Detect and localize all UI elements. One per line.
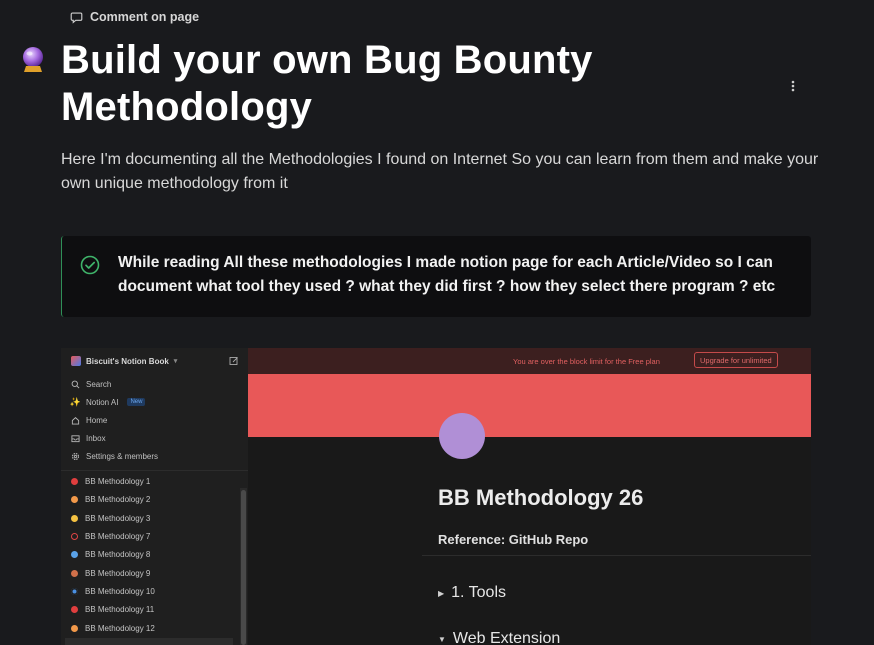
page-title: Build your own Bug Bounty Methodology (61, 38, 593, 129)
page-description: Here I'm documenting all the Methodologi… (61, 151, 819, 192)
page-dot-icon (71, 624, 78, 632)
sidebar-page-item: BB Methodology 12 (71, 621, 231, 635)
check-circle-icon (80, 255, 100, 275)
embed-page-title: BB Methodology 26 (438, 485, 644, 510)
sidebar-page-item: BB Methodology 10 (71, 584, 231, 598)
sidebar-scrollbar-thumb (241, 490, 246, 645)
embed-page-view: You are over the block limit for the Fre… (248, 348, 811, 645)
sidebar-page-label: BB Methodology 11 (85, 604, 155, 614)
page-dot-icon (71, 587, 78, 595)
sidebar-item-label: Inbox (86, 433, 106, 443)
sidebar-page-item: BB Methodology 11 (71, 602, 231, 616)
triangle-down-icon: ▼ (438, 634, 446, 644)
sidebar-divider (61, 470, 248, 471)
sidebar-item-inbox: Inbox (71, 431, 106, 445)
sidebar-item-label: Notion AI (86, 397, 119, 407)
sidebar-page-item-partial (65, 638, 233, 645)
chevron-down-icon: ▾ (173, 358, 178, 365)
workspace-name: Biscuit's Notion Book (86, 356, 169, 366)
crystal-ball-icon[interactable] (20, 46, 46, 74)
sparkle-icon: ✨ (69, 396, 82, 407)
page-icon-circle (439, 413, 485, 459)
sidebar-page-label: BB Methodology 7 (85, 531, 151, 541)
gear-icon (71, 452, 80, 461)
sidebar-page-label: BB Methodology 8 (85, 549, 151, 559)
sidebar-page-label: BB Methodology 9 (85, 568, 151, 578)
sidebar-page-label: BB Methodology 10 (85, 586, 155, 596)
page-dot-icon (71, 477, 78, 485)
page-ring-icon (71, 532, 78, 540)
sidebar-item-label: Settings & members (86, 451, 159, 461)
sidebar-item-search: Search (71, 377, 111, 391)
sidebar-page-label: BB Methodology 1 (85, 476, 151, 486)
sidebar-page-item: BB Methodology 8 (71, 547, 231, 561)
sidebar-page-item: BB Methodology 3 (71, 511, 231, 525)
sidebar-page-item: BB Methodology 9 (71, 566, 231, 580)
embed-divider (422, 555, 811, 556)
comment-icon (70, 11, 83, 24)
workspace-avatar (71, 356, 81, 366)
page-dot-icon (71, 514, 78, 522)
toggle-label: Web Extension (452, 630, 561, 645)
comment-on-page-button[interactable]: Comment on page (70, 9, 199, 25)
sidebar-item-label: Search (86, 379, 112, 389)
sidebar-item-notion-ai: ✨ Notion AI New (69, 395, 146, 409)
page-dot-icon (71, 550, 78, 558)
sidebar-item-settings: Settings & members (71, 449, 158, 463)
new-page-icon (229, 356, 239, 366)
callout: While reading All these methodologies I … (61, 236, 811, 317)
more-options-icon[interactable] (784, 76, 802, 96)
callout-text: While reading All these methodologies I … (118, 254, 776, 295)
triangle-right-icon: ▶ (438, 588, 445, 598)
page-cover (248, 374, 811, 437)
workspace-switcher: Biscuit's Notion Book ▾ (71, 354, 241, 368)
page-dot-icon (71, 495, 78, 503)
sidebar-page-item: BB Methodology 1 (71, 474, 231, 488)
page-dot-icon (71, 605, 78, 613)
reference-text: Reference: GitHub Repo (438, 532, 589, 547)
sidebar-page-label: BB Methodology 2 (85, 494, 151, 504)
page-dot-icon (71, 569, 78, 577)
block-limit-banner: You are over the block limit for the Fre… (248, 348, 811, 374)
inbox-icon (71, 434, 80, 443)
sidebar-page-item: BB Methodology 2 (71, 492, 231, 506)
search-icon (71, 380, 80, 389)
toggle-web-extension: ▼ Web Extension (438, 630, 560, 645)
toggle-label: 1. Tools (451, 584, 507, 601)
embedded-screenshot: Biscuit's Notion Book ▾ Search ✨ Notion … (61, 348, 811, 645)
comment-label: Comment on page (90, 10, 200, 24)
sidebar-page-label: BB Methodology 12 (85, 623, 155, 633)
sidebar-page-item: BB Methodology 7 (71, 529, 231, 543)
sidebar-item-home: Home (71, 413, 107, 427)
home-icon (71, 416, 80, 425)
new-badge: New (127, 398, 146, 406)
upgrade-button: Upgrade for unlimited (694, 352, 778, 368)
embed-sidebar: Biscuit's Notion Book ▾ Search ✨ Notion … (61, 348, 248, 645)
sidebar-page-label: BB Methodology 3 (85, 513, 151, 523)
toggle-tools: ▶ 1. Tools (438, 584, 506, 602)
banner-text: You are over the block limit for the Fre… (513, 357, 660, 366)
sidebar-item-label: Home (86, 415, 108, 425)
